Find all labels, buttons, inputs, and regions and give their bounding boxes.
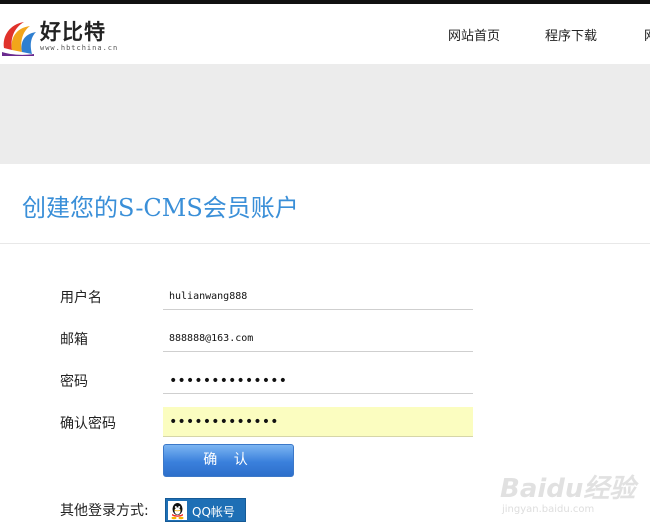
nav-item-truncated[interactable]: 网 [644, 25, 650, 44]
hbt-logo-icon [2, 22, 36, 56]
site-header: 好比特 www.hbtchina.cn 网站首页 程序下载 网 [0, 4, 650, 64]
username-label: 用户名 [60, 290, 102, 306]
main-nav: 网站首页 程序下载 网 [448, 25, 650, 45]
logo-title: 好比特 [40, 20, 106, 44]
watermark-sub-text: jingyan.baidu.com [502, 504, 595, 515]
qq-penguin-icon [168, 501, 187, 520]
qq-button-label: QQ帐号 [192, 505, 235, 519]
page-title: 创建您的S-CMS会员账户 [22, 194, 299, 222]
baidu-watermark: Baidu经验 jingyan.baidu.com [500, 458, 650, 527]
password-input[interactable] [163, 368, 473, 394]
confirm-password-label: 确认密码 [60, 416, 116, 432]
confirm-password-input[interactable] [163, 407, 473, 437]
site-logo[interactable]: 好比特 www.hbtchina.cn [0, 14, 130, 60]
confirm-button[interactable]: 确 认 [163, 444, 294, 477]
email-input[interactable] [163, 326, 473, 352]
watermark-main-text: Baidu经验 [500, 474, 636, 504]
qq-login-button[interactable]: QQ帐号 [165, 498, 246, 522]
nav-item-home[interactable]: 网站首页 [448, 25, 500, 44]
title-divider [0, 243, 650, 244]
banner-area [0, 64, 650, 164]
nav-item-downloads[interactable]: 程序下载 [545, 25, 597, 44]
password-label: 密码 [60, 374, 88, 390]
username-input[interactable] [163, 284, 473, 310]
email-label: 邮箱 [60, 332, 88, 348]
logo-url: www.hbtchina.cn [40, 44, 119, 52]
other-login-label: 其他登录方式: [60, 503, 149, 519]
